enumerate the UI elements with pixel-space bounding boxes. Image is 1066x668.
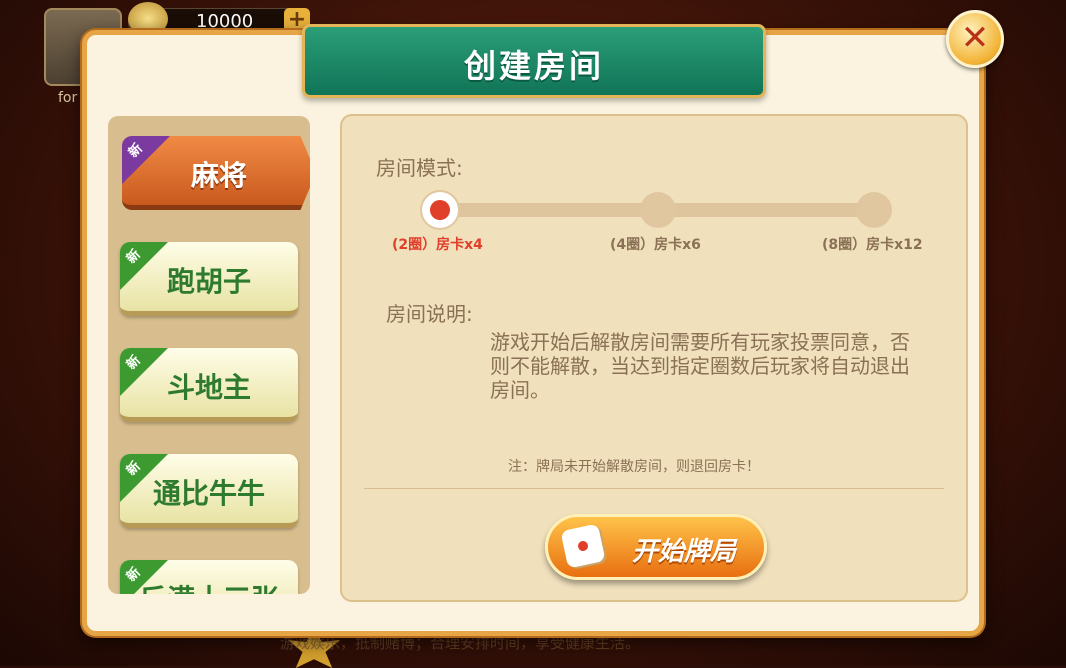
tab-label: 斗地主 (166, 371, 251, 404)
room-description-label: 房间说明: (386, 302, 473, 326)
room-mode-label-2[interactable]: (2圈）房卡x4 (392, 234, 483, 254)
close-icon: ✕ (960, 18, 990, 58)
tab-tongbi-niuniu[interactable]: 新 通比牛牛 (120, 454, 298, 528)
dialog-title: 创建房间 (463, 47, 604, 85)
room-mode-option-4[interactable] (640, 192, 676, 228)
coin-balance: 10000 (196, 11, 254, 32)
room-mode-label: 房间模式: (376, 156, 463, 180)
start-game-label: 开始牌局 (632, 537, 737, 567)
close-button[interactable]: ✕ (946, 10, 1004, 68)
room-description-text: 游戏开始后解散房间需要所有玩家投票同意，否则不能解散，当达到指定圈数后玩家将自动… (490, 330, 910, 402)
room-mode-label-8[interactable]: (8圈）房卡x12 (822, 234, 923, 254)
dice-icon (560, 523, 606, 569)
divider (364, 488, 944, 489)
tab-thirteen[interactable]: 新 斤满十三张 (120, 560, 298, 594)
player-name: for (58, 90, 78, 106)
room-mode-option-8[interactable] (856, 192, 892, 228)
tab-doudizhu[interactable]: 新 斗地主 (120, 348, 298, 422)
room-mode-option-2[interactable] (422, 192, 458, 228)
tab-mahjong[interactable]: 新 麻将 (122, 136, 310, 210)
game-type-sidebar[interactable]: 新 麻将 新 跑胡子 新 斗地主 新 通比牛牛 新 斤满十三张 (108, 116, 310, 594)
refund-note: 注：牌局未开始解散房间，则退回房卡！ (508, 459, 760, 475)
tab-label: 麻将 (190, 159, 247, 192)
room-mode-label-4[interactable]: (4圈）房卡x6 (610, 234, 701, 254)
tab-label: 通比牛牛 (152, 477, 265, 510)
tab-label: 斤满十三张 (120, 578, 298, 594)
tab-paohuzi[interactable]: 新 跑胡子 (120, 242, 298, 316)
start-game-button[interactable]: 开始牌局 (545, 514, 767, 580)
dialog-header: 创建房间 (302, 24, 766, 98)
tab-label: 跑胡子 (166, 265, 251, 298)
